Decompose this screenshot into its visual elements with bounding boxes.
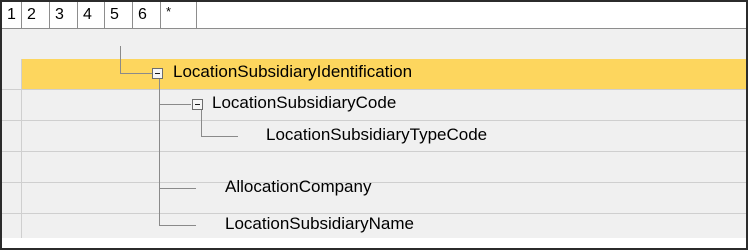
row-header[interactable] bbox=[2, 152, 22, 183]
row-header[interactable] bbox=[2, 59, 22, 90]
level-tab-2[interactable]: 2 bbox=[22, 2, 50, 28]
level-tab-all[interactable]: * bbox=[161, 2, 197, 28]
node-label-company: AllocationCompany bbox=[225, 177, 372, 196]
row-header[interactable] bbox=[2, 90, 22, 121]
level-tab-6[interactable]: 6 bbox=[133, 2, 161, 28]
grid-footer bbox=[2, 238, 746, 248]
tree-connector bbox=[201, 110, 202, 136]
collapse-minus-icon[interactable] bbox=[192, 99, 203, 110]
node-label-code: LocationSubsidiaryCode bbox=[212, 93, 397, 112]
node-label-root: LocationSubsidiaryIdentification bbox=[173, 62, 413, 81]
node-label-name: LocationSubsidiaryName bbox=[225, 214, 414, 233]
row-header[interactable] bbox=[2, 121, 22, 152]
tree-row-company[interactable] bbox=[22, 152, 746, 183]
tree-connector bbox=[159, 104, 191, 105]
level-tab-3[interactable]: 3 bbox=[50, 2, 78, 28]
level-tab-5[interactable]: 5 bbox=[105, 2, 133, 28]
tree-grid: 1 2 3 4 5 6 * LocationSubsidiaryIdentifi… bbox=[0, 0, 748, 250]
tree-connector bbox=[159, 188, 196, 189]
tree-connector bbox=[201, 136, 238, 137]
node-label-type-code: LocationSubsidiaryTypeCode bbox=[266, 125, 488, 144]
row-header[interactable] bbox=[2, 183, 22, 214]
level-tab-1[interactable]: 1 bbox=[2, 2, 22, 28]
level-tab-4[interactable]: 4 bbox=[78, 2, 105, 28]
tree-row-name[interactable] bbox=[22, 183, 746, 214]
tree-connector bbox=[159, 225, 196, 226]
collapse-minus-icon[interactable] bbox=[152, 68, 163, 79]
tree-connector bbox=[159, 79, 160, 226]
level-tab-bar: 1 2 3 4 5 6 * bbox=[2, 2, 746, 29]
tree-connector bbox=[120, 73, 152, 74]
tree-connector bbox=[120, 46, 121, 73]
